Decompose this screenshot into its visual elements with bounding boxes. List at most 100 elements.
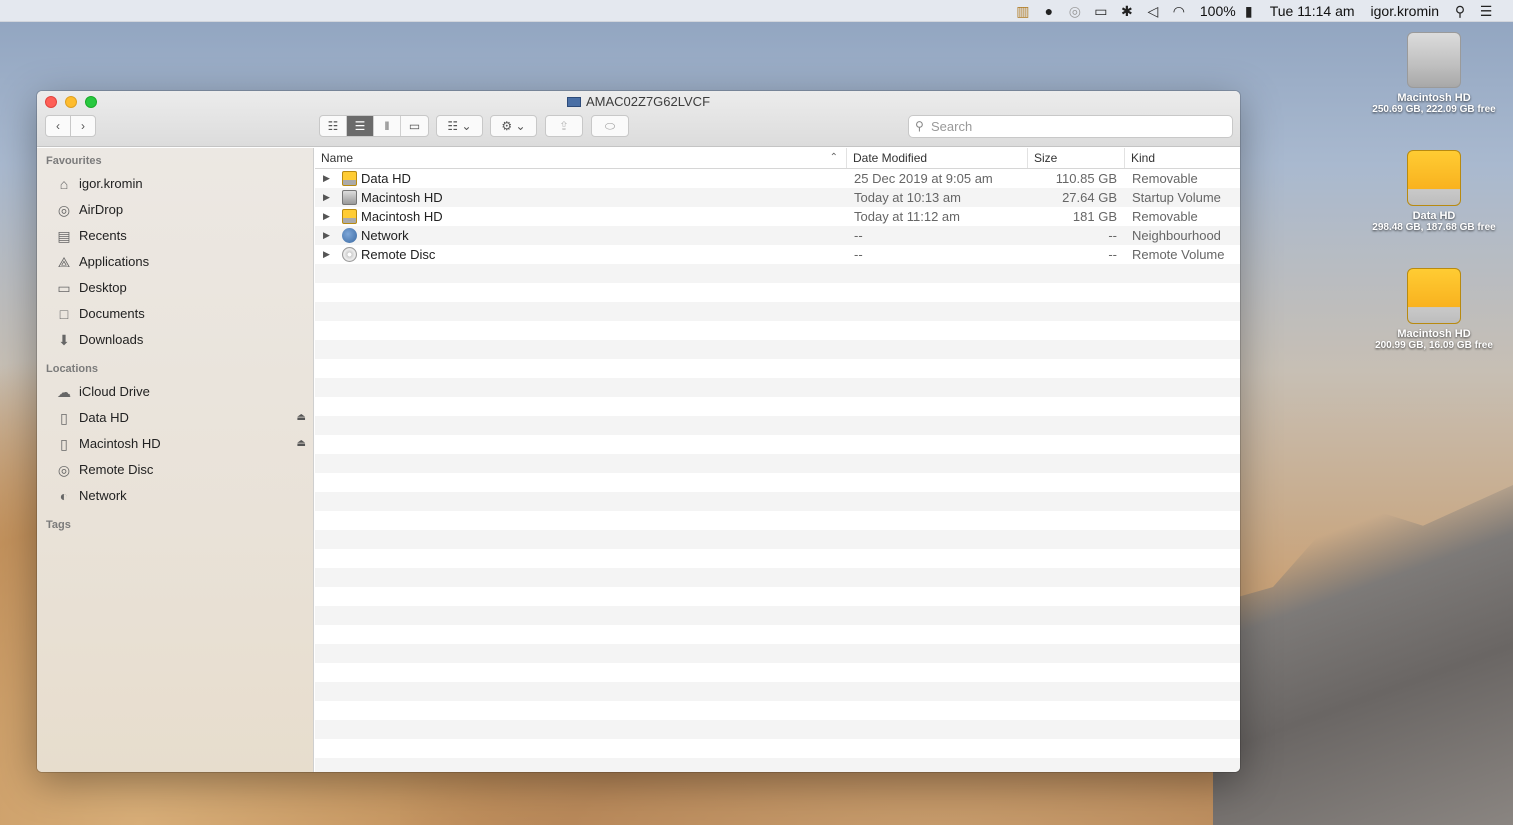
row-name: Remote Disc (361, 247, 436, 262)
sidebar-item-label: Macintosh HD (79, 436, 161, 451)
desktop-disk-macintosh-hd[interactable]: Macintosh HD 250.69 GB, 222.09 GB free (1364, 32, 1504, 115)
menubar-clock[interactable]: Tue 11:14 am (1270, 0, 1355, 22)
sidebar-item-applications[interactable]: ⟁ Applications (37, 249, 313, 275)
app-status-icon[interactable]: ● (1036, 0, 1062, 22)
volume-icon[interactable]: ◁ (1140, 0, 1166, 22)
wifi-icon[interactable]: ◠ (1166, 0, 1192, 22)
empty-row (315, 359, 1240, 378)
empty-row (315, 283, 1240, 302)
empty-row (315, 340, 1240, 359)
search-tool-icon[interactable]: ◎ (1062, 0, 1088, 22)
desktop-item-name: Macintosh HD (1397, 328, 1471, 340)
sidebar-item-airdrop[interactable]: ◎ AirDrop (37, 197, 313, 223)
table-row[interactable]: ▶ Remote Disc -- -- Remote Volume (315, 245, 1240, 264)
sort-ascending-icon: ⌃ (829, 152, 838, 163)
search-placeholder: Search (931, 119, 973, 134)
row-name: Macintosh HD (361, 209, 443, 224)
empty-row (315, 511, 1240, 530)
airplay-icon[interactable]: ▭ (1088, 0, 1114, 22)
empty-row (315, 644, 1240, 663)
group-by-button[interactable]: ☷ ⌄ (436, 115, 483, 137)
search-field[interactable]: ⚲ Search (908, 115, 1233, 138)
tag-icon: ⬭ (604, 118, 616, 133)
action-menu-button[interactable]: ⚙ ⌄ (490, 115, 537, 137)
sidebar-item-label: AirDrop (79, 202, 124, 217)
column-header-label: Name (321, 151, 354, 165)
sidebar-item-home[interactable]: ⌂ igor.kromin (37, 171, 313, 197)
sidebar-item-remote-disc[interactable]: ◎ Remote Disc (37, 457, 313, 483)
sidebar-item-label: Downloads (79, 332, 144, 347)
eject-icon[interactable]: ⏏ (297, 431, 306, 457)
battery-percent[interactable]: 100% (1200, 0, 1236, 22)
row-kind: Neighbourhood (1132, 228, 1221, 243)
forward-button[interactable]: › (70, 115, 96, 137)
window-toolbar: AMAC02Z7G62LVCF ‹ › ☷ ☰ ‖ ▭ ☷ ⌄ ⚙ ⌄ ⇪ ⬭ … (37, 91, 1240, 147)
disclosure-triangle-icon[interactable]: ▶ (323, 226, 330, 245)
hard-disk-icon (342, 190, 357, 205)
disclosure-triangle-icon[interactable]: ▶ (323, 169, 330, 188)
gallery-view-button[interactable]: ▭ (401, 116, 428, 136)
empty-row (315, 720, 1240, 739)
list-view-button[interactable]: ☰ (347, 116, 374, 136)
bluetooth-icon[interactable]: ✱ (1114, 0, 1140, 22)
notification-center-icon[interactable]: ☰ (1473, 0, 1499, 22)
empty-row (315, 625, 1240, 644)
desktop-disk-macintosh-hd-external[interactable]: Macintosh HD 200.99 GB, 16.09 GB free (1364, 268, 1504, 351)
tags-button[interactable]: ⬭ (591, 115, 629, 137)
share-button[interactable]: ⇪ (545, 115, 583, 137)
sidebar-item-documents[interactable]: □ Documents (37, 301, 313, 327)
empty-row (315, 435, 1240, 454)
sidebar-item-macintosh-hd[interactable]: ▯ Macintosh HD ⏏ (37, 431, 313, 457)
documents-icon: □ (59, 306, 69, 322)
row-date: Today at 11:12 am (854, 209, 960, 224)
external-disk-icon (342, 171, 357, 186)
empty-row (315, 739, 1240, 758)
sidebar-item-label: iCloud Drive (79, 384, 150, 399)
icon-view-button[interactable]: ☷ (320, 116, 347, 136)
empty-row (315, 606, 1240, 625)
column-header-date[interactable]: Date Modified (847, 148, 1028, 168)
table-row[interactable]: ▶ Network -- -- Neighbourhood (315, 226, 1240, 245)
sidebar-item-label: Remote Disc (79, 462, 154, 477)
disk-icon: ▯ (60, 436, 68, 452)
desktop-disk-data-hd[interactable]: Data HD 298.48 GB, 187.68 GB free (1364, 150, 1504, 233)
shield-icon[interactable]: ▥ (1010, 0, 1036, 22)
disclosure-triangle-icon[interactable]: ▶ (323, 207, 330, 226)
table-row[interactable]: ▶ Macintosh HD Today at 11:12 am 181 GB R… (315, 207, 1240, 226)
disclosure-triangle-icon[interactable]: ▶ (323, 245, 330, 264)
table-row[interactable]: ▶ Macintosh HD Today at 10:13 am 27.64 GB… (315, 188, 1240, 207)
column-header-name[interactable]: Name ⌃ (315, 148, 847, 168)
empty-row (315, 397, 1240, 416)
empty-row (315, 530, 1240, 549)
gallery-icon: ▭ (408, 119, 421, 133)
back-button[interactable]: ‹ (45, 115, 71, 137)
column-header-size[interactable]: Size (1028, 148, 1125, 168)
column-view-button[interactable]: ‖ (374, 116, 401, 136)
column-header-kind[interactable]: Kind (1125, 148, 1240, 168)
table-row[interactable]: ▶ Data HD 25 Dec 2019 at 9:05 am 110.85 G… (315, 169, 1240, 188)
sidebar-item-downloads[interactable]: ⬇ Downloads (37, 327, 313, 353)
row-name: Network (361, 228, 409, 243)
row-date: -- (854, 247, 863, 262)
share-icon: ⇪ (558, 119, 570, 133)
sidebar-item-icloud-drive[interactable]: ☁ iCloud Drive (37, 379, 313, 405)
chevron-right-icon: › (81, 119, 85, 133)
row-date: 25 Dec 2019 at 9:05 am (854, 171, 993, 186)
menubar-user[interactable]: igor.kromin (1371, 0, 1439, 22)
sidebar-item-network[interactable]: ◐ Network (37, 483, 313, 509)
disclosure-triangle-icon[interactable]: ▶ (323, 188, 330, 207)
wallpaper-mountains (1213, 485, 1513, 825)
empty-row (315, 663, 1240, 682)
external-disk-icon (1407, 150, 1461, 206)
sidebar-item-recents[interactable]: ▤ Recents (37, 223, 313, 249)
eject-icon[interactable]: ⏏ (297, 405, 306, 431)
disc-icon: ◎ (57, 462, 71, 478)
menu-bar: ▥ ● ◎ ▭ ✱ ◁ ◠ 100% ▮ Tue 11:14 am igor.k… (0, 0, 1513, 22)
sidebar-item-label: Documents (79, 306, 145, 321)
battery-icon[interactable]: ▮ (1236, 0, 1262, 22)
sidebar-item-desktop[interactable]: ▭ Desktop (37, 275, 313, 301)
grid-icon: ☷ (327, 119, 339, 133)
spotlight-icon[interactable]: ⚲ (1447, 0, 1473, 22)
empty-row (315, 682, 1240, 701)
sidebar-item-data-hd[interactable]: ▯ Data HD ⏏ (37, 405, 313, 431)
